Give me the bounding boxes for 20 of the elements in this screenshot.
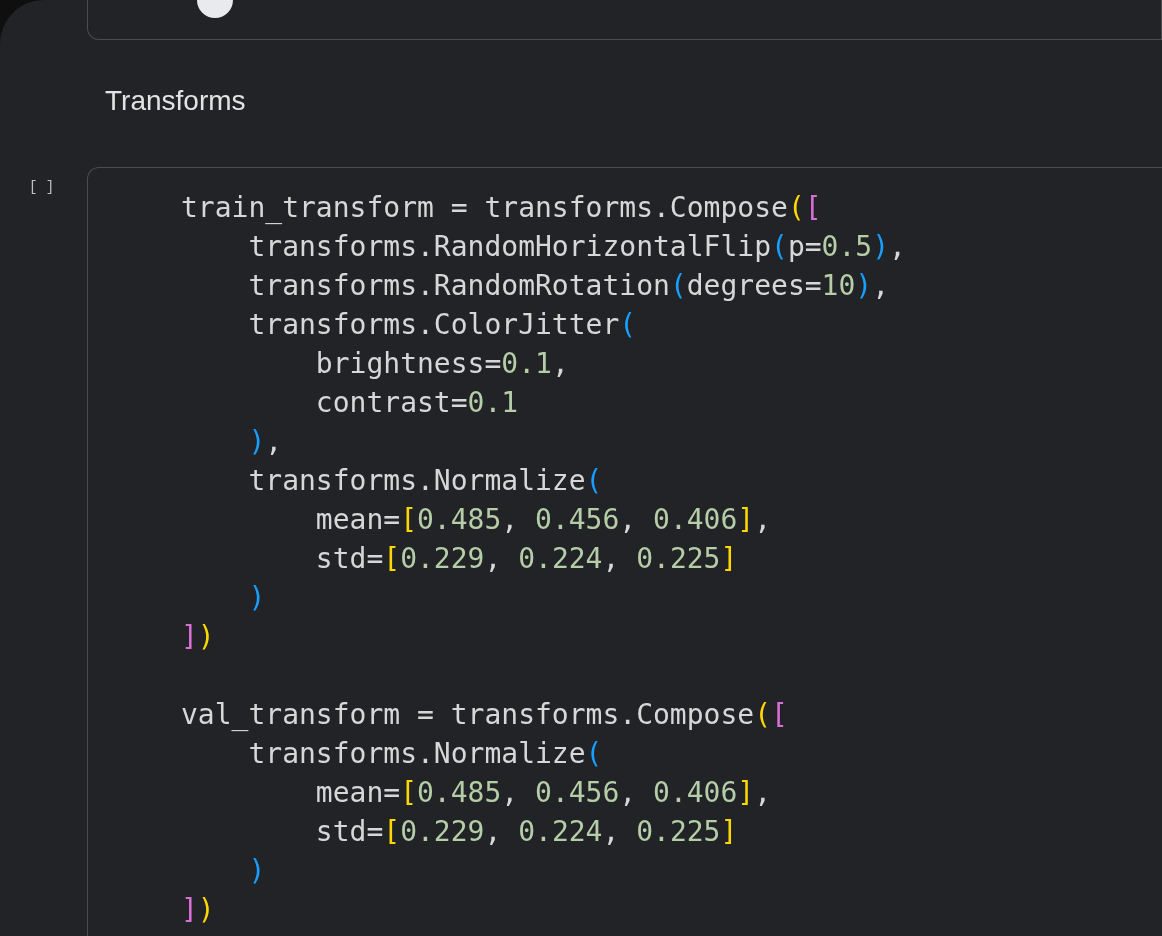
execution-count: [ ] xyxy=(29,178,56,197)
code-line: transforms.RandomHorizontalFlip(p=0.5), xyxy=(247,230,906,263)
code-line: ]) xyxy=(181,620,215,653)
code-line: contrast=0.1 xyxy=(314,386,519,419)
code-line: brightness=0.1, xyxy=(314,347,569,380)
code-line: transforms.ColorJitter( xyxy=(247,308,637,341)
section-heading: Transforms xyxy=(105,84,246,118)
code-line: train_transform = transforms.Compose([ xyxy=(181,191,822,224)
code-line: transforms.Normalize( xyxy=(247,464,603,497)
code-line: val_transform = transforms.Compose([ xyxy=(181,698,788,731)
code-line: std=[0.229, 0.224, 0.225] xyxy=(314,815,738,848)
code-line: transforms.RandomRotation(degrees=10), xyxy=(247,269,890,302)
code-line: mean=[0.485, 0.456, 0.406], xyxy=(314,776,772,809)
code-line: std=[0.229, 0.224, 0.225] xyxy=(314,542,738,575)
code-line: ), xyxy=(247,425,283,458)
code-line: ) xyxy=(247,581,266,614)
code-line: ]) xyxy=(181,893,215,926)
code-line: mean=[0.485, 0.456, 0.406], xyxy=(314,503,772,536)
code-line: ) xyxy=(247,854,266,887)
code-line: transforms.Normalize( xyxy=(247,737,603,770)
